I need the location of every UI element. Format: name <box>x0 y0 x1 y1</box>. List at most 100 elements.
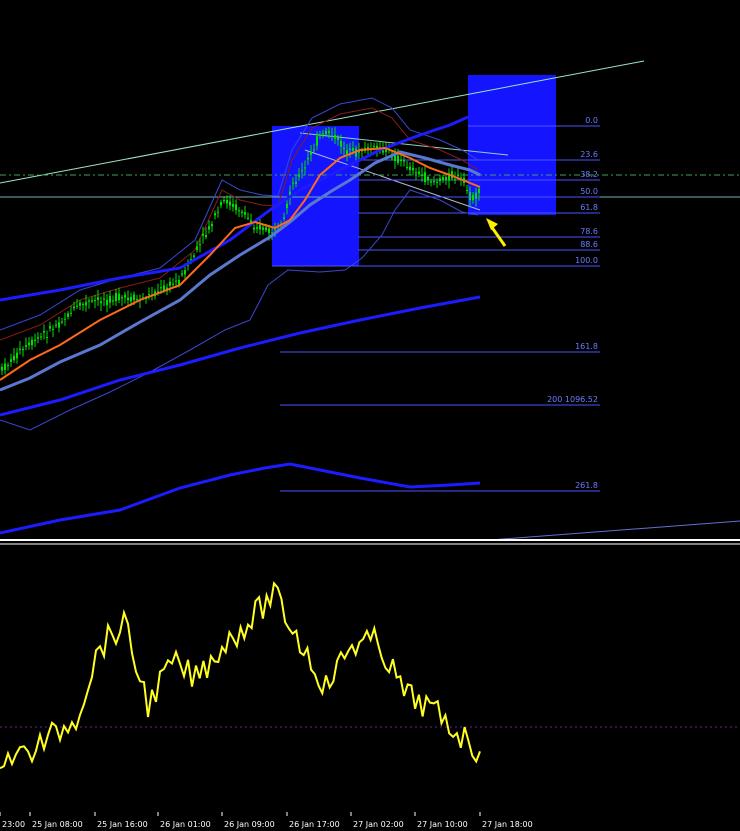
time-axis-label: 27 Jan 18:00 <box>482 820 533 829</box>
keltner-upper-band <box>0 107 479 341</box>
candle-body <box>205 235 207 238</box>
candle-body <box>247 217 249 219</box>
candle-body <box>163 285 165 291</box>
candle-body <box>28 342 30 346</box>
price-chart: 0.0 23.6 38.2 50.0 61.8 78.6 88.6 100.0 161.8 200… <box>0 60 740 829</box>
candle-body <box>121 297 123 299</box>
candle-body <box>352 148 354 151</box>
candle-body <box>199 244 201 246</box>
candle-body <box>127 297 129 301</box>
candle-body <box>304 167 306 169</box>
candle-body <box>7 364 9 366</box>
candle-body <box>211 223 213 227</box>
time-axis-label: 23:00 <box>2 820 25 829</box>
candle-body <box>232 203 234 207</box>
candle-body <box>235 204 237 211</box>
candle-body <box>202 233 204 236</box>
candle-body <box>400 159 402 162</box>
candle-body <box>226 199 228 204</box>
candle-body <box>217 211 219 213</box>
candle-body <box>340 140 342 147</box>
candle-body <box>55 324 57 326</box>
lower-trend-line <box>489 520 740 541</box>
candle-body <box>118 293 120 301</box>
candle-body <box>403 160 405 162</box>
candle-body <box>373 145 375 147</box>
candle-body <box>19 348 21 350</box>
candle-body <box>124 294 126 298</box>
candle-body <box>169 281 171 286</box>
candle-body <box>31 339 33 346</box>
candle-body <box>13 355 15 361</box>
candle-body <box>322 133 324 135</box>
highlight-box-left <box>272 126 359 266</box>
candle-body <box>334 134 336 139</box>
candle-body <box>79 302 81 306</box>
candle-body <box>301 170 303 172</box>
fib-level-label: 78.6 <box>580 227 598 236</box>
candle-body <box>298 174 300 177</box>
candle-body <box>10 359 12 362</box>
candle-body <box>193 255 195 257</box>
candle-body <box>43 330 45 333</box>
candle-body <box>433 181 435 183</box>
fib-level-label: 88.6 <box>580 240 598 249</box>
ma-long-top <box>0 115 469 302</box>
candle-body <box>412 167 414 171</box>
candle-body <box>445 177 447 180</box>
candle-body <box>457 175 459 177</box>
candle-body <box>82 303 84 305</box>
candle-body <box>133 294 135 301</box>
candle-body <box>415 172 417 174</box>
candle-body <box>106 299 108 306</box>
chart-root: 0.0 23.6 38.2 50.0 61.8 78.6 88.6 100.0 161.8 200… <box>0 0 740 831</box>
candle-body <box>229 201 231 206</box>
candle-body <box>265 227 267 231</box>
candle-body <box>472 194 474 201</box>
candle-body <box>349 148 351 150</box>
time-axis-label: 25 Jan 16:00 <box>97 820 148 829</box>
candle-body <box>313 149 315 151</box>
fib-level-label: 0.0 <box>585 116 598 125</box>
candle-body <box>91 300 93 302</box>
candle-body <box>172 283 174 285</box>
ema-medium <box>0 150 481 392</box>
candle-body <box>184 270 186 275</box>
candle-body <box>406 167 408 169</box>
candle-body <box>418 171 420 175</box>
candle-body <box>268 228 270 234</box>
candle-body <box>274 229 276 231</box>
arrow-shaft <box>489 225 507 247</box>
candle-body <box>430 181 432 183</box>
candle-body <box>70 312 72 314</box>
candle-body <box>307 157 309 160</box>
candle-body <box>475 192 477 199</box>
candle-body <box>427 176 429 181</box>
candle-body <box>328 130 330 134</box>
fib-level-label: 38.2 <box>580 170 598 179</box>
candle-body <box>331 135 333 137</box>
candle-body <box>214 213 216 216</box>
fib-level-label: 200 1096.52 <box>547 395 598 404</box>
candle-body <box>409 166 411 171</box>
candle-body <box>421 174 423 176</box>
fib-level-label: 100.0 <box>575 256 598 265</box>
candle-body <box>295 182 297 184</box>
candle-body <box>256 227 258 229</box>
time-axis-label: 26 Jan 17:00 <box>289 820 340 829</box>
candle-body <box>64 318 66 320</box>
candle-body <box>436 181 438 183</box>
candle-body <box>175 280 177 282</box>
time-axis-label: 26 Jan 09:00 <box>224 820 275 829</box>
candle-body <box>181 273 183 275</box>
candle-body <box>466 189 468 191</box>
candle-body <box>22 348 24 351</box>
candle-body <box>73 306 75 309</box>
candle-body <box>100 301 102 304</box>
candle-body <box>160 287 162 289</box>
candle-body <box>337 137 339 140</box>
time-axis-label: 27 Jan 02:00 <box>353 820 404 829</box>
highlight-box-right <box>468 75 556 215</box>
candle-body <box>454 179 456 181</box>
candle-body <box>148 293 150 295</box>
